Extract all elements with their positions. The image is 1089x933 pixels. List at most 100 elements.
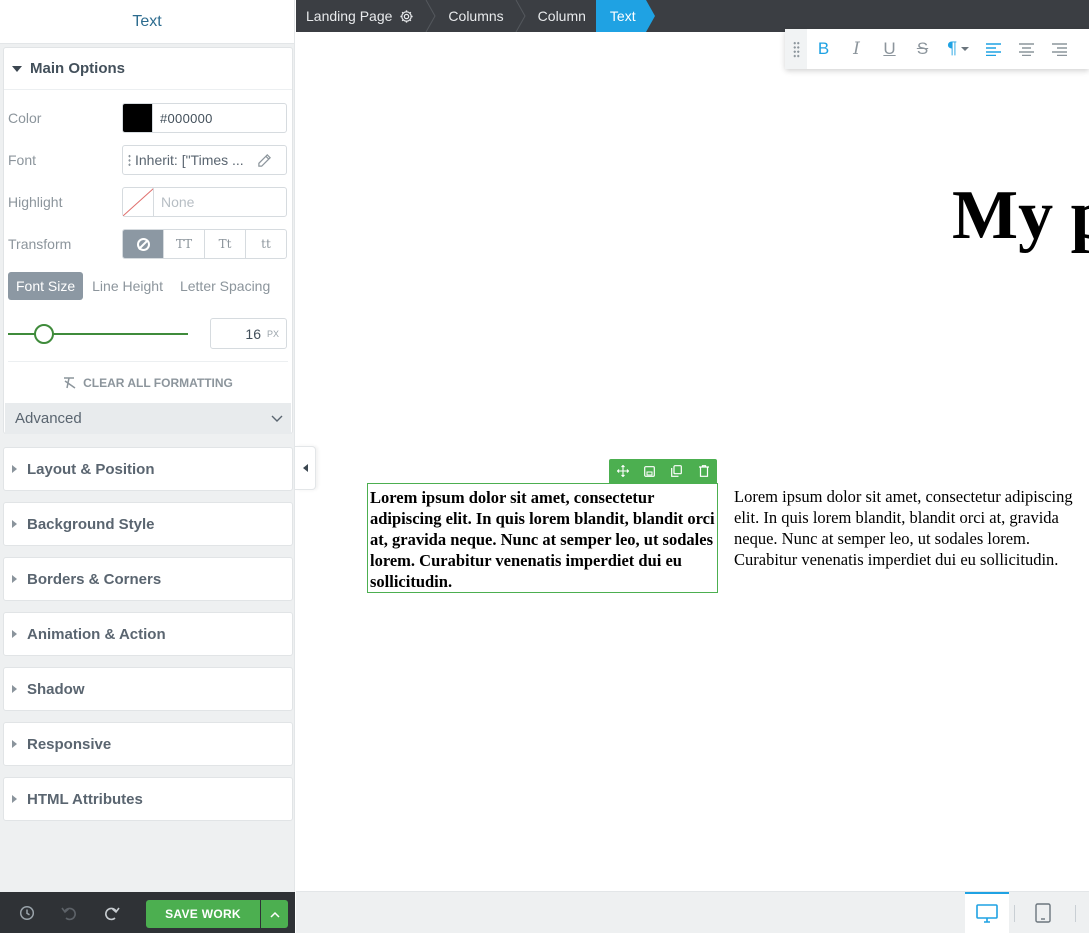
delete-button[interactable] [690,459,717,483]
section-label: HTML Attributes [27,790,143,808]
strikethrough-button[interactable]: S [906,29,939,69]
italic-icon: I [853,39,860,59]
strikethrough-icon: S [916,39,929,58]
gear-icon[interactable] [399,9,414,24]
underline-button[interactable]: U [873,29,906,69]
pencil-icon[interactable] [257,153,272,168]
selected-text-element[interactable]: Lorem ipsum dolor sit amet, consectetur … [367,483,718,593]
clear-formatting-label: CLEAR ALL FORMATTING [83,376,233,390]
align-right-button[interactable] [1043,29,1076,69]
transform-lowercase-button[interactable]: tt [245,230,286,258]
save-options-button[interactable] [261,900,288,928]
underline-icon: U [883,39,896,58]
section-background-style[interactable]: Background Style [3,502,293,546]
undo-icon [60,907,76,920]
page-heading[interactable]: My p [952,176,1089,256]
desktop-icon [976,904,998,923]
caret-right-icon [12,520,17,528]
toolbar-drag-handle[interactable] [785,29,807,69]
breadcrumb-column[interactable]: Column [528,0,596,32]
caret-right-icon [12,685,17,693]
italic-button[interactable]: I [840,29,873,69]
undo-button[interactable] [48,892,90,933]
advanced-toggle[interactable]: Advanced [5,403,291,434]
font-size-slider-handle[interactable] [34,324,54,344]
redo-icon [104,907,120,920]
paragraph-icon: ¶ [946,39,958,59]
tab-font-size[interactable]: Font Size [8,272,84,300]
format-toolbar: B I U S ¶ [785,29,1089,69]
highlight-label: Highlight [8,194,63,210]
drag-dots-icon [792,40,800,58]
caret-right-icon [12,465,17,473]
highlight-swatch[interactable] [123,188,154,216]
duplicate-button[interactable] [663,459,690,483]
tablet-view-button[interactable] [1026,892,1060,933]
move-button[interactable] [609,459,636,483]
breadcrumb-landing-page[interactable]: Landing Page [296,0,424,32]
sidebar-title: Text [132,12,162,30]
divider [1075,905,1076,922]
section-layout-position[interactable]: Layout & Position [3,447,293,491]
align-center-icon [1019,42,1034,56]
section-animation-action[interactable]: Animation & Action [3,612,293,656]
chevron-down-icon [271,415,283,422]
chevron-right-icon [515,0,526,32]
chevron-right-icon [425,0,436,32]
transform-capitalize-button[interactable]: Tt [204,230,245,258]
color-label: Color [8,110,42,126]
save-work-button[interactable]: SAVE WORK [146,900,260,928]
redo-button[interactable] [90,892,132,933]
desktop-view-button[interactable] [965,892,1009,933]
section-borders-corners[interactable]: Borders & Corners [3,557,293,601]
section-label: Responsive [27,735,112,753]
main-options-title: Main Options [30,60,125,77]
section-label: Layout & Position [27,460,155,478]
font-field[interactable]: Inherit: ["Times ... [122,145,287,175]
transform-none-button[interactable] [123,230,163,258]
section-label: Shadow [27,680,85,698]
clear-format-icon [64,377,76,389]
breadcrumb-label: Column [537,8,586,24]
transform-uppercase-button[interactable]: TT [163,230,204,258]
paragraph-button[interactable]: ¶ [939,29,977,69]
caret-right-icon [12,740,17,748]
bold-button[interactable]: B [807,29,840,69]
highlight-field[interactable]: None [122,187,287,217]
tablet-icon [1035,902,1051,923]
advanced-label: Advanced [15,410,82,427]
section-label: Animation & Action [27,625,166,643]
font-value: Inherit: ["Times ... [135,152,244,168]
color-field[interactable]: #000000 [122,103,287,133]
breadcrumb-label: Landing Page [306,8,393,24]
device-bar [296,891,1089,933]
sidebar-header: Text [0,0,294,44]
align-left-button[interactable] [977,29,1010,69]
font-size-input[interactable]: 16 PX [210,318,287,349]
section-responsive[interactable]: Responsive [3,722,293,766]
save-element-button[interactable] [636,459,663,483]
align-center-button[interactable] [1010,29,1043,69]
caret-right-icon [12,630,17,638]
trash-icon [698,465,709,477]
main-options-header[interactable]: Main Options [4,48,292,90]
collapse-sidebar-button[interactable] [295,446,316,490]
text-element[interactable]: Lorem ipsum dolor sit amet, consectetur … [734,486,1089,570]
breadcrumb-text[interactable]: Text [595,0,655,32]
breadcrumb-columns[interactable]: Columns [438,0,513,32]
tab-line-height[interactable]: Line Height [84,272,171,300]
history-button[interactable] [6,892,48,933]
breadcrumb-label: Columns [448,8,504,24]
font-size-unit: PX [266,328,279,339]
color-swatch[interactable] [123,104,153,132]
chevron-up-icon [269,911,280,918]
divider [8,361,288,362]
element-toolbar [609,459,717,483]
font-size-value: 16 [245,325,261,342]
typography-tabs: Font Size Line Height Letter Spacing [8,271,279,301]
save-icon [644,465,655,477]
tab-letter-spacing[interactable]: Letter Spacing [172,272,278,300]
section-html-attributes[interactable]: HTML Attributes [3,777,293,821]
clear-formatting-button[interactable]: CLEAR ALL FORMATTING [4,372,292,394]
section-shadow[interactable]: Shadow [3,667,293,711]
